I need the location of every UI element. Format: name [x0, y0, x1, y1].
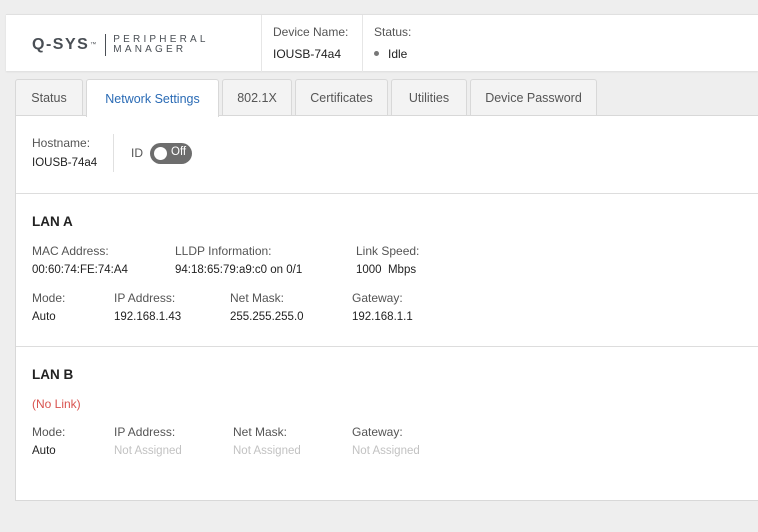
device-name-label: Device Name: [273, 25, 349, 39]
lan-b-ip-label: IP Address: [114, 425, 176, 439]
lan-b-mode-label: Mode: [32, 425, 66, 439]
status-label: Status: [374, 25, 412, 39]
lan-a-gateway-value: 192.168.1.1 [352, 311, 413, 323]
tab-802-1x[interactable]: 802.1X [222, 79, 292, 116]
tab-utilities[interactable]: Utilities [391, 79, 467, 116]
id-label: ID [131, 146, 143, 160]
section-divider [16, 346, 758, 347]
status-dot-icon [374, 51, 379, 57]
lan-b-ip-value: Not Assigned [114, 445, 182, 457]
lan-a-gateway-label: Gateway: [352, 291, 403, 305]
toggle-knob [154, 147, 167, 160]
mac-address-label: MAC Address: [32, 244, 109, 258]
device-name-block: Device Name: IOUSB-74a4 [273, 25, 348, 61]
logo-brand: Q-SYS [32, 36, 90, 53]
link-speed-label: Link Speed: [356, 244, 420, 258]
status-block: Status: Idle [374, 25, 411, 61]
lan-a-title: LAN A [32, 214, 73, 229]
status-value: Idle [388, 47, 408, 61]
tab-device-password[interactable]: Device Password [470, 79, 597, 116]
mac-address-value: 00:60:74:FE:74:A4 [32, 264, 128, 276]
hostname-value: IOUSB-74a4 [32, 157, 98, 169]
hostname-divider [113, 134, 114, 172]
logo-divider [105, 34, 107, 56]
status-value-row: Idle [374, 47, 411, 61]
device-name-value: IOUSB-74a4 [273, 47, 342, 61]
hostname-label: Hostname: [32, 136, 91, 150]
lan-b-title: LAN B [32, 367, 74, 382]
app-header: Q-SYS ™ PERIPHERAL MANAGER Device Name: … [6, 14, 758, 72]
link-speed-value: 1000 Mbps [356, 264, 417, 276]
tab-certificates[interactable]: Certificates [295, 79, 388, 116]
section-divider [16, 193, 758, 194]
lan-b-gateway-value: Not Assigned [352, 445, 420, 457]
lldp-value: 94:18:65:79:a9:c0 on 0/1 [175, 264, 303, 276]
qsys-logo: Q-SYS ™ PERIPHERAL MANAGER [32, 33, 209, 57]
lan-a-mask-label: Net Mask: [230, 291, 285, 305]
tab-network-settings[interactable]: Network Settings [86, 79, 219, 117]
lan-b-mask-label: Net Mask: [233, 425, 288, 439]
lan-b-mode-value: Auto [32, 445, 56, 457]
lan-a-mode-value: Auto [32, 311, 56, 323]
lan-a-mask-value: 255.255.255.0 [230, 311, 304, 323]
header-divider [362, 15, 363, 72]
tab-status[interactable]: Status [15, 79, 83, 116]
lan-b-link-status: (No Link) [32, 397, 81, 411]
lan-a-ip-label: IP Address: [114, 291, 176, 305]
toggle-state: Off [171, 146, 187, 158]
lan-b-gateway-label: Gateway: [352, 425, 403, 439]
logo-product-line2: MANAGER [113, 44, 187, 55]
lan-b-mask-value: Not Assigned [233, 445, 301, 457]
network-settings-panel: Hostname: IOUSB-74a4 ID Off LAN A MAC Ad… [15, 115, 758, 501]
lan-a-mode-label: Mode: [32, 291, 66, 305]
header-divider [261, 15, 262, 72]
logo-product: PERIPHERAL MANAGER [113, 35, 208, 55]
lan-a-ip-value: 192.168.1.43 [114, 311, 182, 323]
tab-bar: Status Network Settings 802.1X Certifica… [15, 79, 600, 117]
logo-trademark: ™ [90, 42, 97, 48]
lldp-label: LLDP Information: [175, 244, 272, 258]
id-toggle-switch[interactable]: Off [150, 143, 192, 164]
